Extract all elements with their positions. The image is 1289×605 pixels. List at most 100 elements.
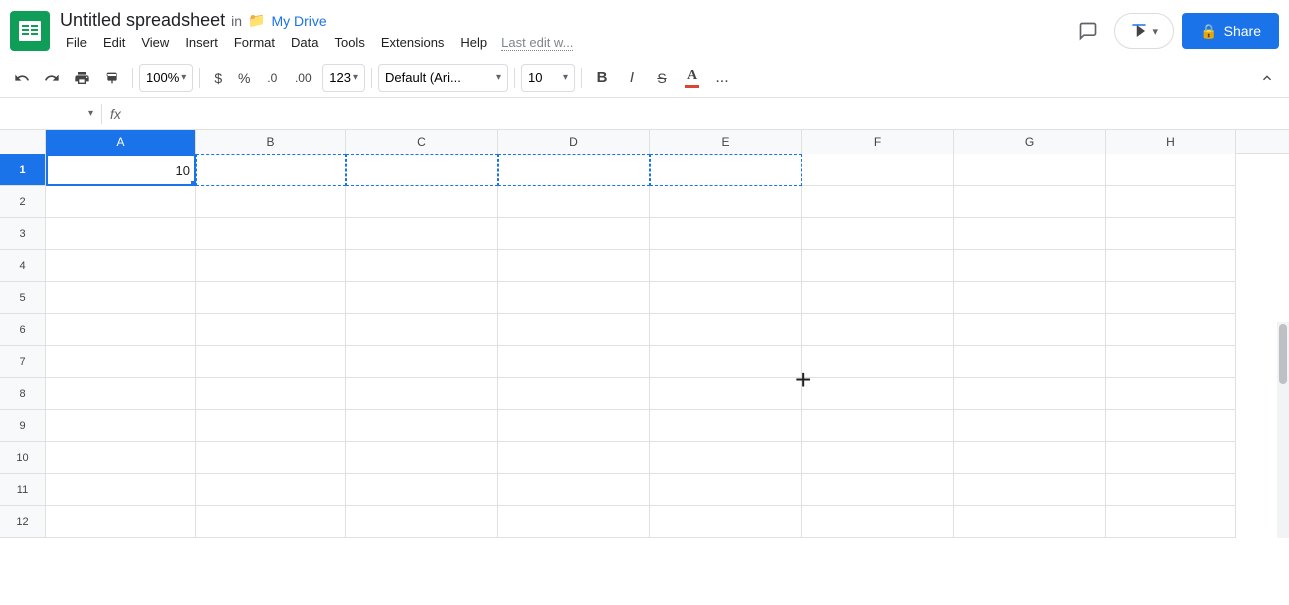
cell-ref-dropdown[interactable]: ▾ xyxy=(88,108,93,119)
cell-A5[interactable] xyxy=(46,282,196,314)
cell-H3[interactable] xyxy=(1106,218,1236,250)
cell-G7[interactable] xyxy=(954,346,1106,378)
cell-H12[interactable] xyxy=(1106,506,1236,538)
cell-D5[interactable] xyxy=(498,282,650,314)
col-header-G[interactable]: G xyxy=(954,130,1106,154)
cell-reference-input[interactable]: A1 xyxy=(4,102,84,126)
paint-format-button[interactable] xyxy=(98,64,126,92)
cell-C6[interactable] xyxy=(346,314,498,346)
cell-A1[interactable]: 10 xyxy=(46,154,196,186)
percent-button[interactable]: % xyxy=(232,64,256,92)
menu-data[interactable]: Data xyxy=(285,33,324,52)
font-color-button[interactable]: A xyxy=(678,64,706,92)
strikethrough-button[interactable]: S xyxy=(648,64,676,92)
document-title[interactable]: Untitled spreadsheet xyxy=(60,10,225,31)
cell-G3[interactable] xyxy=(954,218,1106,250)
cell-D3[interactable] xyxy=(498,218,650,250)
cell-C2[interactable] xyxy=(346,186,498,218)
cell-F2[interactable] xyxy=(802,186,954,218)
cell-H8[interactable] xyxy=(1106,378,1236,410)
cell-A11[interactable] xyxy=(46,474,196,506)
cell-A7[interactable] xyxy=(46,346,196,378)
cell-A4[interactable] xyxy=(46,250,196,282)
present-button[interactable]: ▾ xyxy=(1114,13,1174,49)
col-header-E[interactable]: E xyxy=(650,130,802,154)
cell-B6[interactable] xyxy=(196,314,346,346)
menu-extensions[interactable]: Extensions xyxy=(375,33,451,52)
cell-G12[interactable] xyxy=(954,506,1106,538)
menu-format[interactable]: Format xyxy=(228,33,281,52)
row-num-3[interactable]: 3 xyxy=(0,218,46,250)
col-header-F[interactable]: F xyxy=(802,130,954,154)
row-num-10[interactable]: 10 xyxy=(0,442,46,474)
cell-F5[interactable] xyxy=(802,282,954,314)
cell-C11[interactable] xyxy=(346,474,498,506)
cell-E6[interactable] xyxy=(650,314,802,346)
cell-G4[interactable] xyxy=(954,250,1106,282)
print-button[interactable] xyxy=(68,64,96,92)
col-header-H[interactable]: H xyxy=(1106,130,1236,154)
menu-view[interactable]: View xyxy=(135,33,175,52)
cell-F4[interactable] xyxy=(802,250,954,282)
cell-A9[interactable] xyxy=(46,410,196,442)
cell-E12[interactable] xyxy=(650,506,802,538)
cell-G10[interactable] xyxy=(954,442,1106,474)
cell-G2[interactable] xyxy=(954,186,1106,218)
cell-G6[interactable] xyxy=(954,314,1106,346)
last-edit-label[interactable]: Last edit w... xyxy=(501,35,573,51)
cell-H9[interactable] xyxy=(1106,410,1236,442)
cell-C4[interactable] xyxy=(346,250,498,282)
decimal-less-button[interactable]: .0 xyxy=(258,64,286,92)
cell-A8[interactable] xyxy=(46,378,196,410)
cell-B12[interactable] xyxy=(196,506,346,538)
cell-D11[interactable] xyxy=(498,474,650,506)
share-button[interactable]: 🔒 Share xyxy=(1182,13,1279,49)
cell-C3[interactable] xyxy=(346,218,498,250)
cell-E11[interactable] xyxy=(650,474,802,506)
cell-D4[interactable] xyxy=(498,250,650,282)
row-num-6[interactable]: 6 xyxy=(0,314,46,346)
undo-button[interactable] xyxy=(8,64,36,92)
cell-G11[interactable] xyxy=(954,474,1106,506)
cell-H6[interactable] xyxy=(1106,314,1236,346)
scrollbar-thumb[interactable] xyxy=(1279,324,1287,384)
cell-B11[interactable] xyxy=(196,474,346,506)
currency-button[interactable]: $ xyxy=(206,64,230,92)
cell-B1[interactable] xyxy=(196,154,346,186)
cell-H10[interactable] xyxy=(1106,442,1236,474)
cell-E2[interactable] xyxy=(650,186,802,218)
cell-C12[interactable] xyxy=(346,506,498,538)
drive-label[interactable]: My Drive xyxy=(271,13,326,29)
row-num-1[interactable]: 1 xyxy=(0,154,46,186)
vertical-scrollbar[interactable] xyxy=(1277,322,1289,538)
cell-B3[interactable] xyxy=(196,218,346,250)
cell-B2[interactable] xyxy=(196,186,346,218)
cell-C9[interactable] xyxy=(346,410,498,442)
cell-B10[interactable] xyxy=(196,442,346,474)
decimal-more-button[interactable]: .00 xyxy=(288,64,318,92)
cell-D6[interactable] xyxy=(498,314,650,346)
cell-F9[interactable] xyxy=(802,410,954,442)
col-header-C[interactable]: C xyxy=(346,130,498,154)
cell-C8[interactable] xyxy=(346,378,498,410)
corner-cell[interactable] xyxy=(0,130,46,154)
italic-button[interactable]: I xyxy=(618,64,646,92)
cell-H11[interactable] xyxy=(1106,474,1236,506)
cell-E5[interactable] xyxy=(650,282,802,314)
menu-edit[interactable]: Edit xyxy=(97,33,131,52)
format-type-selector[interactable]: 123 ▾ xyxy=(322,64,365,92)
menu-tools[interactable]: Tools xyxy=(328,33,370,52)
cell-H7[interactable] xyxy=(1106,346,1236,378)
cell-G1[interactable] xyxy=(954,154,1106,186)
cell-A10[interactable] xyxy=(46,442,196,474)
menu-help[interactable]: Help xyxy=(454,33,493,52)
cell-D2[interactable] xyxy=(498,186,650,218)
cell-A3[interactable] xyxy=(46,218,196,250)
row-num-12[interactable]: 12 xyxy=(0,506,46,538)
cell-D10[interactable] xyxy=(498,442,650,474)
cell-D9[interactable] xyxy=(498,410,650,442)
cell-B5[interactable] xyxy=(196,282,346,314)
cell-A6[interactable] xyxy=(46,314,196,346)
col-header-A[interactable]: A xyxy=(46,130,196,154)
cell-E3[interactable] xyxy=(650,218,802,250)
